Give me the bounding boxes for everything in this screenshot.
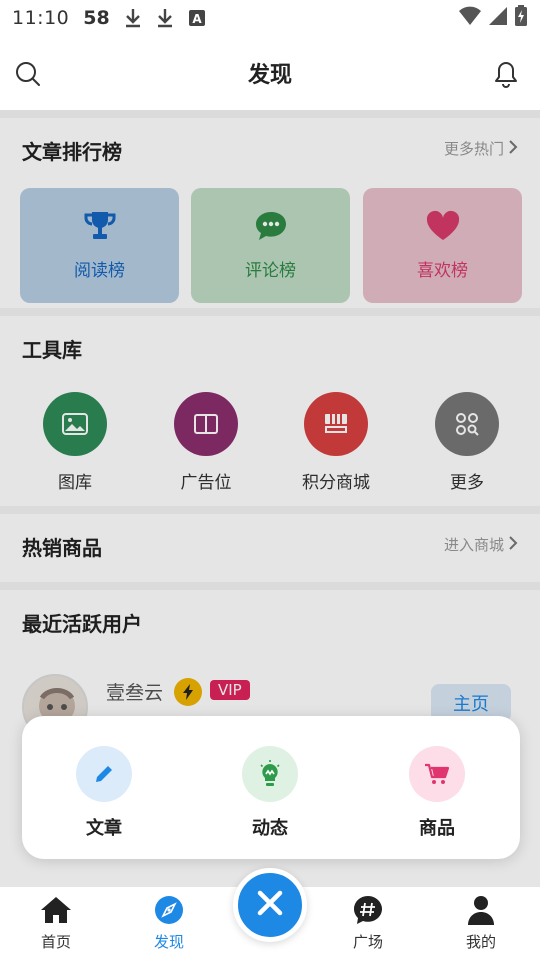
status-number: 58 [83, 7, 110, 29]
create-moment-button[interactable]: 动态 [220, 746, 320, 840]
pencil-icon [76, 746, 132, 802]
nav-home-label: 首页 [40, 933, 71, 951]
create-menu-sheet: 文章 动态 商品 [22, 716, 520, 859]
compass-icon [154, 895, 184, 929]
bell-icon[interactable] [492, 60, 520, 88]
status-bar: 11:10 58 A [0, 0, 540, 36]
page-title: 发现 [247, 63, 292, 88]
nav-square[interactable]: 广场 [328, 895, 408, 952]
top-app-bar: 发现 [0, 36, 540, 110]
close-icon [257, 890, 283, 920]
create-article-button[interactable]: 文章 [54, 746, 154, 840]
battery-icon [514, 4, 528, 32]
close-create-button[interactable] [233, 868, 307, 942]
svg-text:A: A [192, 12, 202, 26]
nav-discover-label: 发现 [153, 933, 184, 951]
search-icon[interactable] [14, 60, 42, 88]
download-icon [124, 8, 142, 28]
wifi-icon [458, 6, 482, 31]
create-product-button[interactable]: 商品 [387, 746, 487, 840]
nav-home[interactable]: 首页 [16, 895, 96, 952]
nav-mine[interactable]: 我的 [441, 895, 521, 952]
bulb-icon [242, 746, 298, 802]
nav-mine-label: 我的 [465, 933, 496, 951]
create-product-label: 商品 [419, 818, 455, 839]
signal-icon [488, 6, 508, 31]
create-moment-label: 动态 [252, 818, 288, 839]
download-icon [156, 8, 174, 28]
status-time: 11:10 [12, 7, 70, 29]
hashtag-icon [353, 895, 383, 929]
user-icon [467, 895, 495, 929]
nav-discover[interactable]: 发现 [129, 895, 209, 952]
keyboard-a-icon: A [188, 9, 206, 27]
cart-icon [409, 746, 465, 802]
create-article-label: 文章 [86, 818, 122, 839]
nav-square-label: 广场 [352, 933, 383, 951]
home-icon [40, 895, 72, 929]
